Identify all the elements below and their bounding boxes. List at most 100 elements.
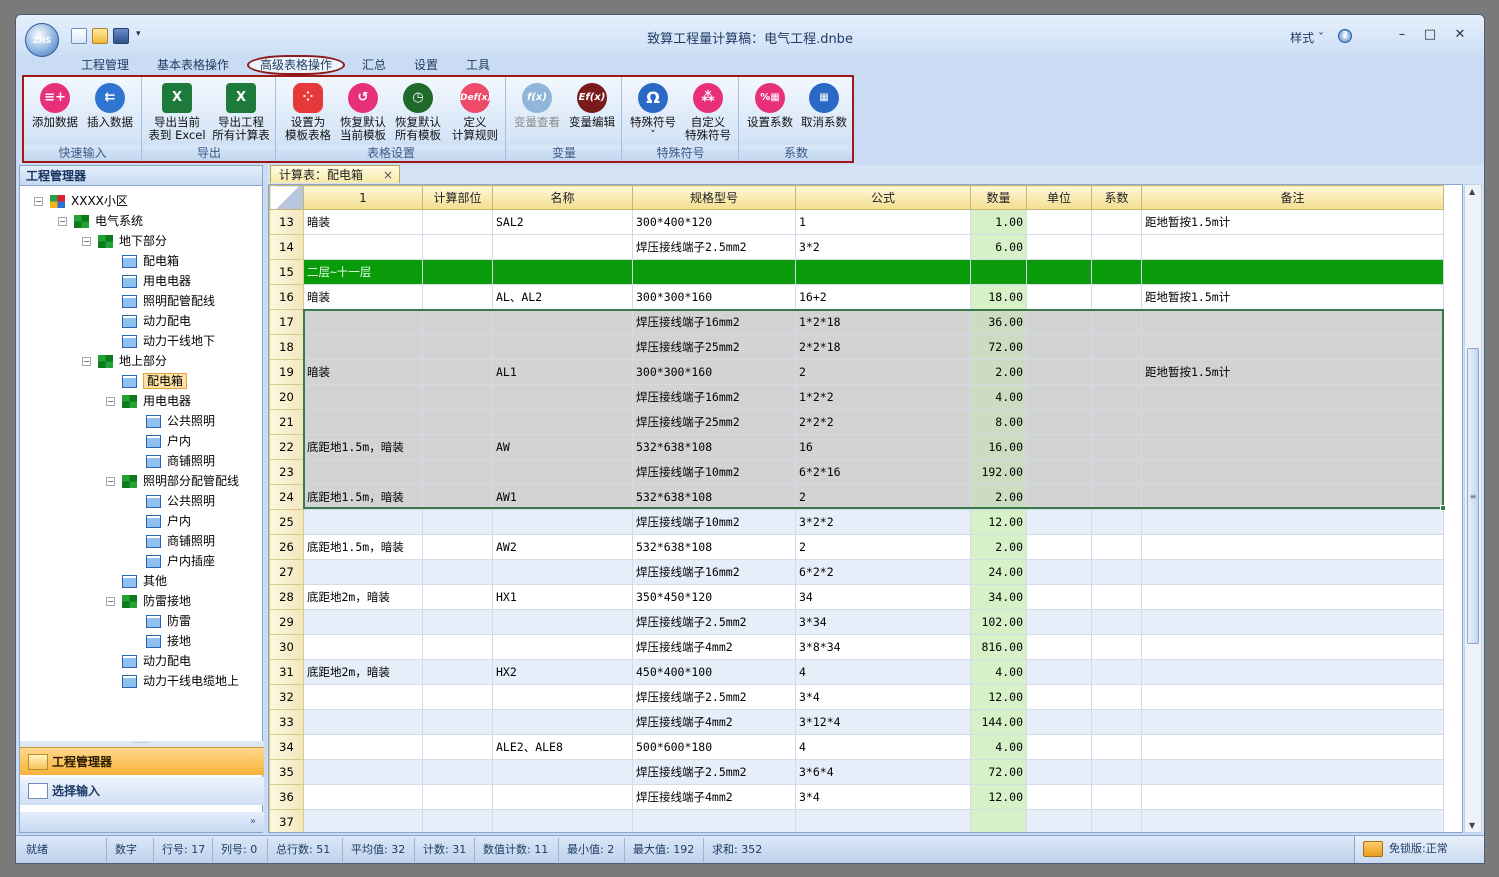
row-number[interactable]: 35	[269, 759, 304, 785]
cell-coef[interactable]	[1091, 434, 1142, 460]
table-row[interactable]: 36 焊压接线端子4mm2 3*4 12.00	[269, 784, 1444, 810]
cell-formula[interactable]: 3*34	[795, 609, 971, 635]
cell-c1[interactable]: 底距地2m，暗装	[303, 659, 423, 685]
column-header[interactable]: 规格型号	[632, 185, 796, 210]
cell-spec[interactable]	[632, 809, 796, 832]
fill-handle[interactable]	[1440, 505, 1446, 511]
cell-unit[interactable]	[1026, 209, 1092, 235]
cell-c1[interactable]	[303, 684, 423, 710]
cell-coef[interactable]	[1091, 559, 1142, 585]
tree-node[interactable]: 动力配电	[122, 311, 191, 331]
cell-coef[interactable]	[1091, 209, 1142, 235]
cell-name[interactable]	[492, 509, 633, 535]
table-row[interactable]: 15 二层~十一层	[269, 259, 1444, 285]
cell-name[interactable]	[492, 409, 633, 435]
table-row[interactable]: 37	[269, 809, 1444, 832]
cell-name[interactable]: HX2	[492, 659, 633, 685]
custom-symbol-button[interactable]: ⁂ 自定义 特殊符号	[680, 83, 736, 142]
cell-note[interactable]	[1141, 509, 1444, 535]
cell-note[interactable]	[1141, 784, 1444, 810]
tree-node[interactable]: 接地	[146, 631, 191, 651]
cell-note[interactable]	[1141, 609, 1444, 635]
cell-c1[interactable]: 底距地1.5m，暗装	[303, 534, 423, 560]
cell-coef[interactable]	[1091, 809, 1142, 832]
cell-unit[interactable]	[1026, 609, 1092, 635]
tree-node[interactable]: 动力干线地下	[122, 331, 215, 351]
cell-unit[interactable]	[1026, 734, 1092, 760]
tree-node[interactable]: 地下部分	[98, 231, 167, 251]
table-row[interactable]: 27 焊压接线端子16mm2 6*2*2 24.00	[269, 559, 1444, 585]
cell-quantity[interactable]: 1.00	[970, 209, 1027, 235]
cell-name[interactable]	[492, 234, 633, 260]
cell-part[interactable]	[422, 709, 493, 735]
cell-unit[interactable]	[1026, 459, 1092, 485]
table-row[interactable]: 16 暗装 AL、AL2 300*300*160 16+2 18.00 距地暂按1.5m计	[269, 284, 1444, 310]
nav-select-input[interactable]: 选择输入	[20, 777, 264, 805]
cell-part[interactable]	[422, 234, 493, 260]
cancel-coefficient-button[interactable]: ▦ 取消系数	[796, 83, 852, 129]
cell-spec[interactable]: 300*400*120	[632, 209, 796, 235]
cell-unit[interactable]	[1026, 809, 1092, 832]
cell-formula[interactable]	[795, 809, 971, 832]
row-number[interactable]: 15	[269, 259, 304, 285]
cell-quantity[interactable]: 4.00	[970, 659, 1027, 685]
table-row[interactable]: 14 焊压接线端子2.5mm2 3*2 6.00	[269, 234, 1444, 260]
cell-quantity[interactable]: 8.00	[970, 409, 1027, 435]
tree-node[interactable]: 配电箱	[122, 251, 179, 271]
cell-quantity[interactable]: 2.00	[970, 359, 1027, 385]
tab-summary[interactable]: 汇总	[354, 55, 394, 75]
row-number[interactable]: 14	[269, 234, 304, 260]
cell-note[interactable]: 距地暂按1.5m计	[1141, 209, 1444, 235]
cell-note[interactable]	[1141, 734, 1444, 760]
cell-note[interactable]: 距地暂按1.5m计	[1141, 284, 1444, 310]
cell-unit[interactable]	[1026, 434, 1092, 460]
cell-formula[interactable]: 1*2*18	[795, 309, 971, 335]
cell-c1[interactable]	[303, 709, 423, 735]
scroll-thumb[interactable]: ≡	[1467, 348, 1479, 644]
column-header[interactable]: 1	[303, 185, 423, 210]
cell-coef[interactable]	[1091, 784, 1142, 810]
tree-collapse-icon[interactable]: −	[106, 397, 115, 406]
row-number[interactable]: 18	[269, 334, 304, 360]
cell-c1[interactable]: 暗装	[303, 359, 423, 385]
cell-coef[interactable]	[1091, 684, 1142, 710]
cell-quantity[interactable]: 2.00	[970, 534, 1027, 560]
cell-coef[interactable]	[1091, 334, 1142, 360]
cell-unit[interactable]	[1026, 534, 1092, 560]
cell-c1[interactable]	[303, 634, 423, 660]
cell-part[interactable]	[422, 659, 493, 685]
table-row[interactable]: 34 ALE2、ALE8 500*600*180 4 4.00	[269, 734, 1444, 760]
cell-part[interactable]	[422, 284, 493, 310]
row-number[interactable]: 36	[269, 784, 304, 810]
cell-part[interactable]	[422, 734, 493, 760]
cell-name[interactable]: AW2	[492, 534, 633, 560]
cell-spec[interactable]: 焊压接线端子10mm2	[632, 509, 796, 535]
column-header[interactable]: 备注	[1141, 185, 1444, 210]
cell-spec[interactable]: 焊压接线端子4mm2	[632, 709, 796, 735]
row-number[interactable]: 31	[269, 659, 304, 685]
cell-spec[interactable]: 532*638*108	[632, 534, 796, 560]
cell-coef[interactable]	[1091, 284, 1142, 310]
cell-name[interactable]: AL1	[492, 359, 633, 385]
cell-unit[interactable]	[1026, 484, 1092, 510]
cell-quantity[interactable]: 4.00	[970, 734, 1027, 760]
cell-coef[interactable]	[1091, 484, 1142, 510]
tree-collapse-icon[interactable]: −	[34, 197, 43, 206]
cell-part[interactable]	[422, 509, 493, 535]
cell-spec[interactable]: 450*400*100	[632, 659, 796, 685]
maximize-button[interactable]: □	[1420, 27, 1440, 43]
cell-spec[interactable]: 焊压接线端子4mm2	[632, 634, 796, 660]
table-row[interactable]: 22 底距地1.5m，暗装 AW 532*638*108 16 16.00	[269, 434, 1444, 460]
cell-quantity[interactable]: 16.00	[970, 434, 1027, 460]
cell-part[interactable]	[422, 684, 493, 710]
vertical-scrollbar[interactable]: ▲ ≡ ▼	[1464, 184, 1482, 833]
cell-c1[interactable]: 暗装	[303, 209, 423, 235]
cell-name[interactable]: AL、AL2	[492, 284, 633, 310]
tree-node[interactable]: 商铺照明	[146, 451, 215, 471]
cell-formula[interactable]: 1	[795, 209, 971, 235]
cell-formula[interactable]: 3*4	[795, 684, 971, 710]
cell-part[interactable]	[422, 784, 493, 810]
row-number[interactable]: 37	[269, 809, 304, 832]
cell-quantity[interactable]: 72.00	[970, 759, 1027, 785]
cell-part[interactable]	[422, 559, 493, 585]
